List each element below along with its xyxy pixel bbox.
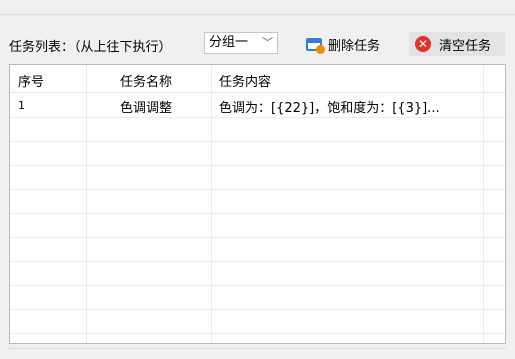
column-header-content[interactable]: 任务内容 (219, 71, 271, 90)
row-divider (10, 309, 505, 310)
task-toolbar: 任务列表：（从上往下执行） 分组一 ﹀ 删除任务 ✕ 清空任务 (0, 30, 515, 58)
group-select-value: 分组一 (209, 35, 249, 50)
row-divider (10, 237, 505, 238)
clear-tasks-button[interactable]: ✕ 清空任务 (409, 32, 505, 56)
row-index: 1 (18, 99, 25, 112)
row-divider (10, 165, 505, 166)
row-divider (10, 261, 505, 262)
row-divider (10, 117, 505, 118)
table-header: 序号 任务名称 任务内容 (10, 65, 505, 93)
chevron-down-icon: ﹀ (262, 36, 273, 49)
group-select[interactable]: 分组一 ﹀ (204, 32, 278, 54)
bottom-divider (9, 348, 506, 349)
clear-x-icon: ✕ (415, 36, 431, 52)
row-divider (10, 189, 505, 190)
top-divider (0, 14, 515, 15)
row-divider (10, 213, 505, 214)
window-delete-icon (306, 37, 325, 54)
delete-task-button[interactable]: 删除任务 (306, 32, 380, 56)
column-header-index[interactable]: 序号 (18, 71, 44, 90)
task-list-label: 任务列表：（从上往下执行） (9, 40, 172, 55)
column-header-name[interactable]: 任务名称 (120, 71, 172, 90)
clear-tasks-label: 清空任务 (439, 38, 492, 54)
row-task-name: 色调调整 (120, 101, 173, 116)
row-divider (10, 285, 505, 286)
table-row[interactable]: 1 色调调整 色调为：[{22}]，饱和度为：[{3}]... (10, 93, 505, 117)
row-task-content: 色调为：[{22}]，饱和度为：[{3}]... (219, 101, 440, 116)
delete-task-label: 删除任务 (328, 38, 381, 54)
task-table[interactable]: 序号 任务名称 任务内容 1 色调调整 色调为：[{22}]，饱和度为：[{3}… (9, 64, 506, 344)
row-divider (10, 333, 505, 334)
row-divider (10, 141, 505, 142)
